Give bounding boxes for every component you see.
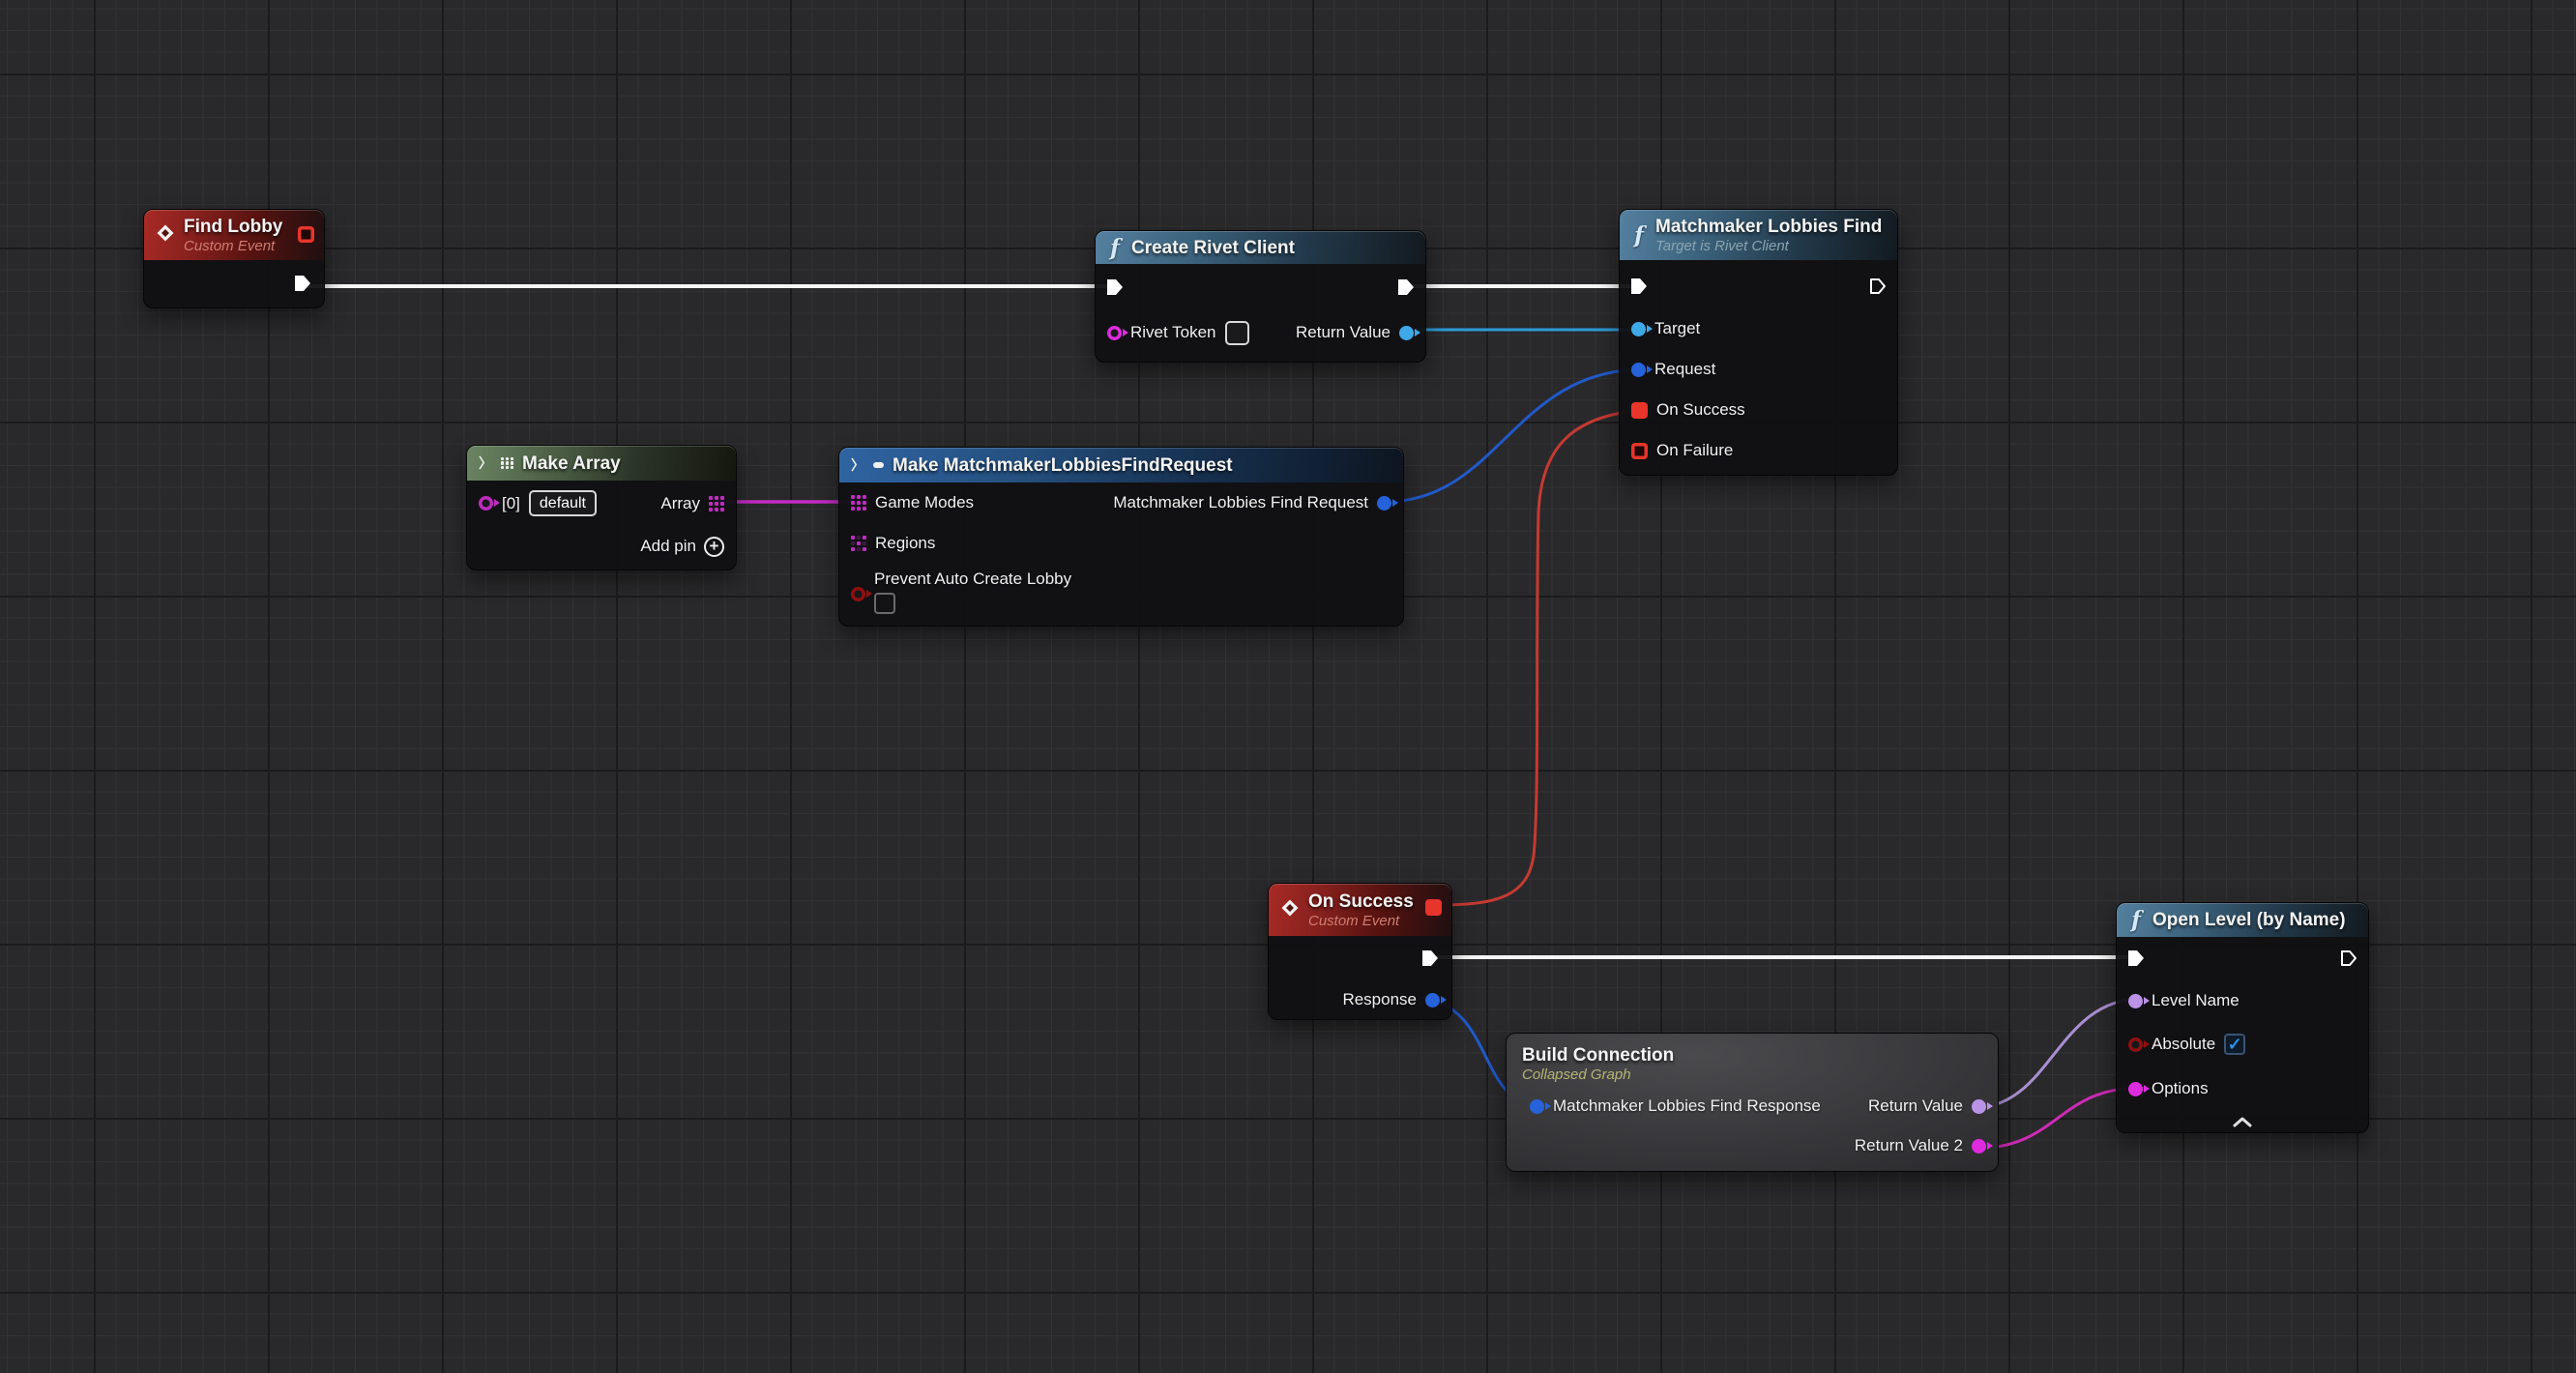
node-matchmaker-lobbies-find[interactable]: Matchmaker Lobbies Find Target is Rivet … [1619, 209, 1898, 476]
add-pin-button[interactable]: Add pin [640, 537, 724, 557]
array-element-input[interactable]: default [529, 490, 597, 516]
function-icon [1107, 235, 1123, 261]
rivet-token-pin[interactable] [1107, 326, 1122, 340]
make-struct-pill-icon [873, 462, 884, 468]
game-modes-pin[interactable] [851, 495, 866, 511]
make-struct-icon [851, 455, 864, 475]
return-value-label: Return Value [1868, 1096, 1963, 1116]
return-value-pin[interactable] [1972, 1099, 1986, 1114]
exec-out-pin[interactable] [1420, 949, 1440, 968]
level-name-pin[interactable] [2128, 994, 2143, 1008]
prevent-auto-create-label: Prevent Auto Create Lobby [874, 570, 1071, 589]
array-element-pin[interactable] [479, 496, 493, 511]
node-build-connection[interactable]: Build Connection Collapsed Graph Matchma… [1506, 1033, 1999, 1172]
return-value-pin[interactable] [1399, 326, 1414, 340]
node-title: Create Rivet Client [1131, 237, 1295, 259]
prevent-auto-create-pin[interactable] [851, 587, 865, 601]
return-value-2-label: Return Value 2 [1855, 1136, 1963, 1155]
node-title: Make Array [522, 453, 621, 475]
game-modes-label: Game Modes [875, 493, 974, 512]
rivet-token-input[interactable] [1225, 321, 1249, 345]
absolute-label: Absolute [2152, 1035, 2215, 1054]
exec-in-pin[interactable] [2126, 949, 2146, 968]
function-icon [1631, 222, 1647, 248]
node-title: Make MatchmakerLobbiesFindRequest [893, 454, 1233, 477]
on-failure-label: On Failure [1656, 441, 1733, 460]
on-success-pin[interactable] [1631, 402, 1648, 419]
wire-findrequest-to-request[interactable] [1385, 369, 1644, 502]
level-name-label: Level Name [2152, 991, 2239, 1010]
return-value-2-pin[interactable] [1972, 1139, 1986, 1154]
add-pin-icon [704, 537, 724, 557]
node-subtitle: Custom Event [184, 238, 282, 255]
exec-out-pin[interactable] [1396, 278, 1416, 297]
node-title: On Success [1308, 891, 1414, 913]
custom-event-icon [156, 223, 175, 248]
collapse-toggle[interactable] [2117, 1111, 2368, 1132]
function-icon [2128, 907, 2144, 933]
custom-event-icon [1280, 898, 1300, 922]
node-create-rivet-client[interactable]: Create Rivet Client Rivet Token Return V… [1095, 230, 1426, 363]
node-open-level[interactable]: Open Level (by Name) Level Name Absolute… [2116, 902, 2369, 1133]
absolute-checkbox[interactable] [2224, 1034, 2245, 1055]
exec-out-pin[interactable] [2339, 949, 2358, 968]
array-out-pin[interactable] [709, 496, 724, 511]
absolute-pin[interactable] [2128, 1037, 2143, 1052]
options-label: Options [2152, 1079, 2209, 1098]
collapse-chevron-icon [2232, 1116, 2253, 1127]
find-response-in-label: Matchmaker Lobbies Find Response [1553, 1096, 1821, 1116]
regions-label: Regions [875, 534, 935, 553]
make-array-grid-icon [501, 457, 513, 470]
exec-out-pin[interactable] [1868, 277, 1888, 296]
node-subtitle: Target is Rivet Client [1655, 238, 1882, 255]
node-make-request[interactable]: Make MatchmakerLobbiesFindRequest Game M… [838, 447, 1404, 627]
wire-layer [0, 0, 2576, 1373]
response-pin[interactable] [1425, 993, 1440, 1008]
find-request-out-pin[interactable] [1377, 496, 1391, 511]
regions-pin[interactable] [851, 536, 866, 551]
exec-out-pin[interactable] [293, 274, 312, 293]
node-title: Build Connection [1522, 1044, 1982, 1066]
prevent-auto-create-checkbox[interactable] [874, 593, 895, 614]
return-value-label: Return Value [1296, 323, 1390, 342]
node-title: Find Lobby [184, 216, 282, 238]
find-response-in-pin[interactable] [1530, 1099, 1544, 1114]
rivet-token-label: Rivet Token [1130, 323, 1216, 342]
add-pin-label: Add pin [640, 537, 696, 556]
wire-onsuccess-delegate[interactable] [1439, 410, 1644, 905]
delegate-pin[interactable] [1425, 899, 1442, 916]
node-title: Open Level (by Name) [2152, 909, 2346, 931]
on-success-label: On Success [1656, 400, 1745, 420]
find-request-out-label: Matchmaker Lobbies Find Request [1113, 493, 1368, 512]
node-subtitle: Custom Event [1308, 913, 1414, 930]
node-subtitle: Collapsed Graph [1522, 1066, 1982, 1084]
node-make-array[interactable]: Make Array [0] default Array Add pin [466, 445, 737, 570]
options-pin[interactable] [2128, 1082, 2143, 1096]
target-pin[interactable] [1631, 322, 1646, 336]
make-array-icon [479, 453, 492, 473]
request-pin[interactable] [1631, 363, 1646, 377]
exec-in-pin[interactable] [1629, 277, 1649, 296]
node-find-lobby[interactable]: Find Lobby Custom Event [143, 209, 325, 308]
exec-in-pin[interactable] [1105, 278, 1125, 297]
target-label: Target [1654, 319, 1700, 338]
response-label: Response [1342, 990, 1417, 1009]
delegate-pin[interactable] [298, 226, 314, 243]
array-element-label: [0] [502, 494, 520, 513]
request-label: Request [1654, 360, 1715, 379]
array-out-label: Array [660, 494, 700, 513]
node-on-success[interactable]: On Success Custom Event Response [1268, 883, 1452, 1020]
on-failure-pin[interactable] [1631, 443, 1648, 459]
blueprint-canvas[interactable]: Find Lobby Custom Event Make Array [0] d… [0, 0, 2576, 1373]
node-title: Matchmaker Lobbies Find [1655, 216, 1882, 238]
